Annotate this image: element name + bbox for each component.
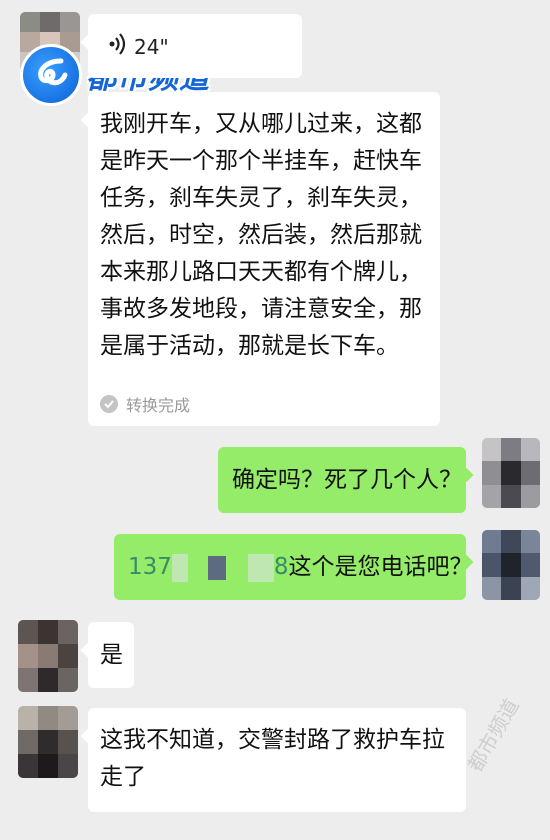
user-avatar[interactable] (482, 530, 540, 600)
conversion-status: 转换完成 (100, 392, 190, 416)
voice-duration: 24" (134, 34, 169, 59)
transcription-line: 本来那儿路口天天都有个牌儿， (100, 259, 422, 285)
phone-message-text: 这个是您电话吧？ (288, 554, 473, 580)
contact-avatar[interactable] (18, 706, 78, 778)
redacted-block (187, 553, 208, 582)
phone-number-suffix: 8 (273, 554, 289, 580)
transcription-line: 然后，时空，然后装，然后那就 (100, 222, 422, 248)
redacted-block (171, 553, 188, 582)
transcription-line: 事故多发地段，请注意安全，那 (100, 296, 422, 322)
logo-emblem-icon (20, 44, 82, 106)
user-avatar[interactable] (482, 438, 540, 508)
conversion-status-text: 转换完成 (126, 396, 191, 415)
received-message-line: 这我不知道，交警封路了救护车拉 (100, 727, 445, 753)
redacted-block (247, 553, 274, 582)
transcription-line: 是属于活动，那就是长下车。 (100, 333, 399, 359)
received-message-text: 是 (100, 642, 123, 668)
redacted-block (207, 555, 226, 580)
voice-message-row: 24" (108, 33, 169, 60)
phone-message: 137 8这个是您电话吧？ (128, 549, 473, 586)
voice-wave-icon (108, 33, 128, 60)
received-message-line: 走了 (100, 764, 146, 790)
transcription-line: 我刚开车，又从哪儿过来，这都 (100, 111, 422, 137)
transcription-line: 是昨天一个那个半挂车，赶快车 (100, 148, 422, 174)
phone-number-prefix: 137 (128, 554, 172, 580)
watermark-text: 都市频道 (462, 694, 524, 776)
redacted-block (225, 553, 248, 582)
sent-message-text: 确定吗？死了几个人？ (232, 467, 462, 493)
contact-avatar[interactable] (18, 620, 78, 692)
transcription-text: 我刚开车，又从哪儿过来，这都 是昨天一个那个半挂车，赶快车 任务，刹车失灵了，刹… (100, 106, 422, 365)
transcription-line: 任务，刹车失灵了，刹车失灵， (100, 185, 422, 211)
check-circle-icon (100, 395, 118, 413)
received-message-text: 这我不知道，交警封路了救护车拉 走了 (100, 722, 445, 796)
